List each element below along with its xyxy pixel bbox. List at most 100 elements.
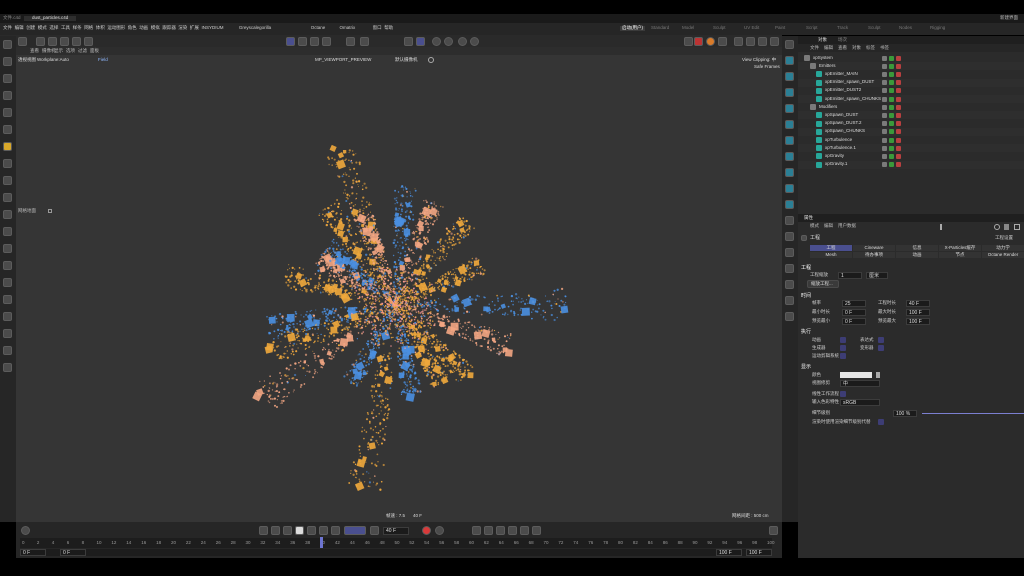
xp-tag-icon[interactable] (896, 71, 901, 77)
goto-end-icon[interactable] (331, 526, 340, 535)
am-tab[interactable]: 信息 (896, 245, 938, 251)
scale-project-button[interactable]: 缩放工程... (807, 280, 839, 288)
range-start2-field[interactable]: 0 F (60, 549, 86, 556)
check-icon[interactable] (889, 137, 894, 143)
scene-icon[interactable] (785, 264, 794, 273)
key-param-icon[interactable] (508, 526, 517, 535)
record-icon[interactable] (422, 526, 431, 535)
snap-icon[interactable] (3, 346, 12, 355)
timeline-icon[interactable] (532, 526, 541, 535)
workplane-icon[interactable] (360, 37, 369, 46)
project-scale-field[interactable]: 1 (838, 272, 862, 279)
xp-tag-icon[interactable] (896, 121, 901, 127)
back-arrow-icon[interactable] (940, 224, 946, 230)
check-icon[interactable] (889, 71, 894, 77)
visibility-icon[interactable] (882, 137, 887, 143)
prev-key-icon[interactable] (271, 526, 280, 535)
render-view-icon[interactable] (444, 37, 453, 46)
workplane-icon[interactable] (3, 329, 12, 338)
layout-tab[interactable]: Sculpt (713, 25, 726, 31)
am-tab[interactable]: 动力学 (982, 245, 1024, 251)
menu-item[interactable]: 样条 (73, 25, 82, 31)
xp-tag-icon[interactable] (896, 137, 901, 143)
bridge-icon[interactable] (3, 261, 12, 270)
keyframe-icon[interactable] (370, 526, 379, 535)
new-panel-icon[interactable] (1014, 224, 1020, 230)
edit-render-settings-icon[interactable] (758, 37, 767, 46)
exec-checkbox[interactable] (878, 337, 884, 343)
time-field[interactable]: 100 F (906, 318, 930, 325)
layout-tab[interactable]: Standard (651, 25, 669, 31)
loop-icon[interactable] (3, 210, 12, 219)
edges-mode-icon[interactable] (310, 37, 319, 46)
menu-item[interactable]: 运动图形 (107, 25, 125, 31)
exec-checkbox[interactable] (840, 345, 846, 351)
deformer-icon[interactable] (785, 168, 794, 177)
menu-item[interactable]: 动画 (139, 25, 148, 31)
xp-tag-icon[interactable] (896, 55, 901, 61)
measure-icon[interactable] (3, 363, 12, 372)
check-icon[interactable] (889, 63, 894, 69)
camera-icon[interactable] (785, 248, 794, 257)
menu-item[interactable]: 创建 (26, 25, 35, 31)
visibility-icon[interactable] (882, 80, 887, 86)
rotate-mode-icon[interactable] (48, 37, 57, 46)
magic-icon[interactable] (785, 296, 794, 305)
auto-key-icon[interactable] (435, 526, 444, 535)
sculpt-icon[interactable] (3, 295, 12, 304)
search-icon[interactable] (3, 40, 12, 49)
generator-icon[interactable] (785, 152, 794, 161)
object-row[interactable]: xpEmitter_spawn_DUST (798, 78, 1024, 87)
app-tab-2[interactable]: dust_particles.c4d (24, 15, 77, 21)
scale-icon[interactable] (3, 125, 12, 134)
visibility-icon[interactable] (882, 88, 887, 94)
om-menu-item[interactable]: 书签 (880, 45, 889, 51)
texture-icon[interactable] (3, 312, 12, 321)
am-tab[interactable]: 待办事项 (853, 252, 895, 258)
exec-checkbox[interactable] (840, 353, 846, 359)
visibility-icon[interactable] (882, 121, 887, 127)
next-frame-icon[interactable] (307, 526, 316, 535)
check-icon[interactable] (889, 112, 894, 118)
menu-item[interactable]: 网格 (84, 25, 93, 31)
loop-icon[interactable] (344, 526, 366, 535)
interactive-render-icon[interactable] (770, 37, 779, 46)
om-menu-item[interactable]: 标签 (866, 45, 875, 51)
om-menu-item[interactable]: 编辑 (824, 45, 833, 51)
xp-tag-icon[interactable] (896, 153, 901, 159)
xp-tag-icon[interactable] (896, 80, 901, 86)
am-tab[interactable]: Mesh (810, 252, 852, 258)
check-icon[interactable] (889, 162, 894, 168)
paint-icon[interactable] (3, 159, 12, 168)
visibility-icon[interactable] (882, 55, 887, 61)
render-settings-icon[interactable] (458, 37, 467, 46)
render-picture-viewer-icon[interactable] (734, 37, 743, 46)
check-icon[interactable] (889, 153, 894, 159)
object-row[interactable]: xpGravity (798, 152, 1024, 160)
check-icon[interactable] (889, 104, 894, 110)
check-icon[interactable] (889, 88, 894, 94)
om-menu-item[interactable]: 文件 (810, 45, 819, 51)
layout-tab[interactable]: Nodes (899, 25, 912, 31)
render-queue-icon[interactable] (470, 37, 479, 46)
visibility-icon[interactable] (882, 153, 887, 159)
object-row[interactable]: xpEmitter_MAIN (798, 70, 1024, 78)
model-mode-icon[interactable] (286, 37, 295, 46)
scale-mode-icon[interactable] (60, 37, 69, 46)
am-tab[interactable]: 动画 (896, 252, 938, 258)
menu-item[interactable]: Omatrix (340, 25, 356, 31)
linear-workflow-checkbox[interactable] (840, 391, 846, 397)
menu-item[interactable]: 模拟 (151, 25, 160, 31)
xp-tag-icon[interactable] (896, 145, 901, 151)
menu-item[interactable]: INSYDIUM (202, 25, 224, 31)
check-icon[interactable] (889, 145, 894, 151)
new-layout-label[interactable]: 新建界面 (1000, 15, 1018, 21)
light-icon[interactable] (785, 136, 794, 145)
time-field[interactable]: 100 F (906, 309, 930, 316)
menu-item[interactable]: 角色 (128, 25, 137, 31)
lod-field[interactable]: 100 % (893, 410, 917, 417)
check-icon[interactable] (889, 96, 894, 102)
visibility-icon[interactable] (882, 96, 887, 102)
field-icon[interactable] (785, 184, 794, 193)
object-row[interactable]: Emitters (798, 62, 1024, 71)
